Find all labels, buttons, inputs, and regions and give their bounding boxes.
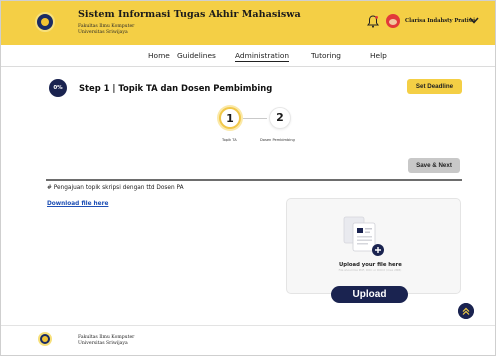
footer-faculty: Fakultas Ilmu Komputer <box>78 335 135 340</box>
footer-university: Universitas Sriwijaya <box>78 341 128 346</box>
system-title: Sistem Informasi Tugas Akhir Mahasiswa <box>78 9 301 20</box>
faculty-name: Fakultas Ilmu Komputer <box>78 24 135 29</box>
notification-bell-icon[interactable] <box>367 15 379 28</box>
nav-tutoring[interactable]: Tutoring <box>311 51 341 60</box>
main-nav: Home Guidelines Administration Tutoring … <box>1 45 495 67</box>
user-name[interactable]: Clarisa Indahsty Pratiwi <box>405 18 475 24</box>
stepper-connector <box>243 118 267 119</box>
step-2-indicator[interactable]: 2 <box>269 107 291 129</box>
step-1-indicator[interactable]: 1 <box>219 107 241 129</box>
nav-administration[interactable]: Administration <box>235 51 290 62</box>
step-2-label: Dosen Pembimbing <box>260 138 295 142</box>
university-name: Universitas Sriwijaya <box>78 30 128 35</box>
download-link[interactable]: Download file here <box>47 201 108 207</box>
save-next-button[interactable]: Save & Next <box>408 158 460 173</box>
university-logo <box>35 12 55 32</box>
footer-divider <box>1 325 495 326</box>
nav-home[interactable]: Home <box>148 51 170 60</box>
progress-badge: 0% <box>49 79 67 97</box>
upload-button[interactable]: Upload <box>331 286 408 303</box>
step-title: Step 1 | Topik TA dan Dosen Pembimbing <box>79 83 273 93</box>
requirement-text: # Pengajuan topik skripsi dengan ttd Dos… <box>47 185 184 191</box>
file-upload-icon <box>343 216 384 256</box>
scroll-to-top-icon[interactable] <box>458 303 474 319</box>
nav-guidelines[interactable]: Guidelines <box>177 51 216 60</box>
step-1-label: Topik TA <box>222 138 237 142</box>
user-avatar[interactable] <box>386 14 400 28</box>
chevron-down-icon[interactable] <box>469 17 479 24</box>
set-deadline-button[interactable]: Set Deadline <box>407 79 462 94</box>
footer-logo <box>38 332 52 346</box>
nav-help[interactable]: Help <box>370 51 387 60</box>
upload-hint: File should be PDF, DOC or DOCX (max 2MB… <box>338 268 402 272</box>
section-divider <box>46 179 462 181</box>
